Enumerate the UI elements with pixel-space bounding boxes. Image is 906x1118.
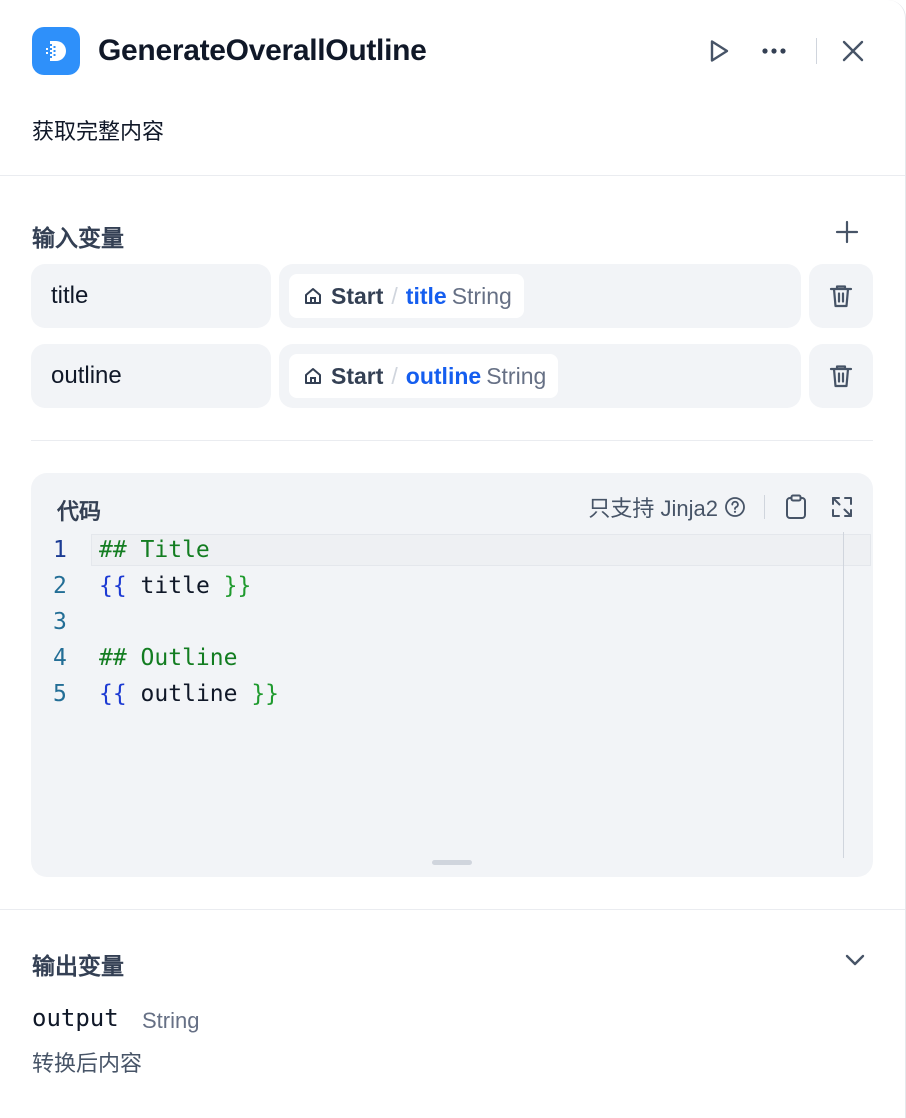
node-description[interactable]: 获取完整内容: [32, 114, 164, 146]
ref-var-name: title: [405, 282, 447, 309]
ref-var-name: outline: [405, 362, 482, 389]
code-editor-panel: 代码 只支持 Jinja2 1 ## Title 2 {{ title }} 3…: [31, 473, 873, 877]
output-var-type: String: [142, 1008, 200, 1033]
line-number: 4: [53, 645, 67, 671]
editor-ruler: [843, 532, 844, 858]
line-number: 2: [53, 573, 67, 599]
app-logo-icon: [32, 27, 80, 75]
ref-separator: /: [391, 282, 398, 309]
var-reference-pill[interactable]: Start / outline String: [289, 354, 559, 398]
var-reference-pill[interactable]: Start / title String: [289, 274, 524, 318]
clipboard-icon: [786, 494, 806, 519]
expand-icon: [832, 497, 852, 517]
output-vars-header[interactable]: 输出变量: [32, 944, 869, 980]
var-name-input[interactable]: outline: [31, 344, 271, 408]
code-text: ## Title: [99, 537, 210, 563]
line-number: 3: [53, 609, 67, 635]
input-var-row: title Start / title String: [31, 264, 873, 328]
run-button[interactable]: [698, 31, 738, 71]
ref-var-type: String: [486, 362, 547, 389]
code-line: 2 {{ title }}: [31, 568, 251, 604]
chevron-down-icon[interactable]: [841, 946, 869, 974]
expand-button[interactable]: [829, 494, 855, 520]
delete-variable-button[interactable]: [809, 264, 873, 328]
var-name-input[interactable]: title: [31, 264, 271, 328]
home-icon: [305, 368, 321, 384]
more-button[interactable]: [754, 31, 794, 71]
output-vars-title: 输出变量: [32, 953, 124, 979]
close-button[interactable]: [833, 31, 873, 71]
var-reference-picker[interactable]: Start / title String: [279, 264, 801, 328]
plus-icon: [835, 220, 859, 244]
ref-var-type: String: [451, 282, 512, 309]
add-variable-button[interactable]: [833, 218, 861, 246]
code-editor[interactable]: 1 ## Title 2 {{ title }} 3 4 ## Outline …: [31, 530, 873, 860]
code-line: 5 {{ outline }}: [31, 676, 279, 712]
close-icon: [842, 40, 864, 62]
output-var-description: 转换后内容: [32, 1051, 143, 1076]
trash-icon: [829, 285, 853, 308]
code-text: {{ outline }}: [99, 681, 280, 707]
delete-variable-button[interactable]: [809, 344, 873, 408]
node-panel: GenerateOverallOutline 获取完整内容 输入变量 title…: [0, 0, 906, 1118]
header-actions: [698, 27, 873, 75]
trash-icon: [829, 365, 853, 388]
code-text: {{ title }}: [99, 573, 252, 599]
code-label: 代码: [57, 499, 102, 524]
header-divider-line: [0, 175, 905, 176]
line-number: 1: [53, 537, 67, 563]
code-line: 4 ## Outline: [31, 640, 237, 676]
toolbar-divider: [764, 495, 765, 519]
header-divider: [816, 38, 817, 64]
code-line: 1 ## Title: [31, 532, 210, 568]
var-reference-picker[interactable]: Start / outline String: [279, 344, 801, 408]
ref-node-name: Start: [331, 282, 384, 309]
node-title[interactable]: GenerateOverallOutline: [98, 34, 427, 68]
output-var-name: output: [32, 1004, 119, 1032]
code-toolbar: 只支持 Jinja2: [588, 491, 855, 523]
jinja-hint: 只支持 Jinja2: [588, 496, 718, 521]
panel-header: GenerateOverallOutline: [32, 27, 873, 75]
input-var-row: outline Start / outline String: [31, 344, 873, 408]
more-icon: [762, 48, 786, 54]
resize-handle[interactable]: [432, 860, 472, 865]
code-text: ## Outline: [99, 645, 238, 671]
ref-separator: /: [391, 362, 398, 389]
run-icon: [710, 40, 729, 62]
input-vars-title: 输入变量: [32, 225, 124, 251]
ref-node-name: Start: [331, 362, 384, 389]
output-divider: [0, 909, 905, 910]
copy-button[interactable]: [783, 494, 809, 520]
help-icon[interactable]: [724, 496, 746, 518]
line-number: 5: [53, 681, 67, 707]
home-icon: [305, 288, 321, 304]
code-line: 3: [31, 604, 99, 640]
section-divider: [31, 440, 873, 441]
